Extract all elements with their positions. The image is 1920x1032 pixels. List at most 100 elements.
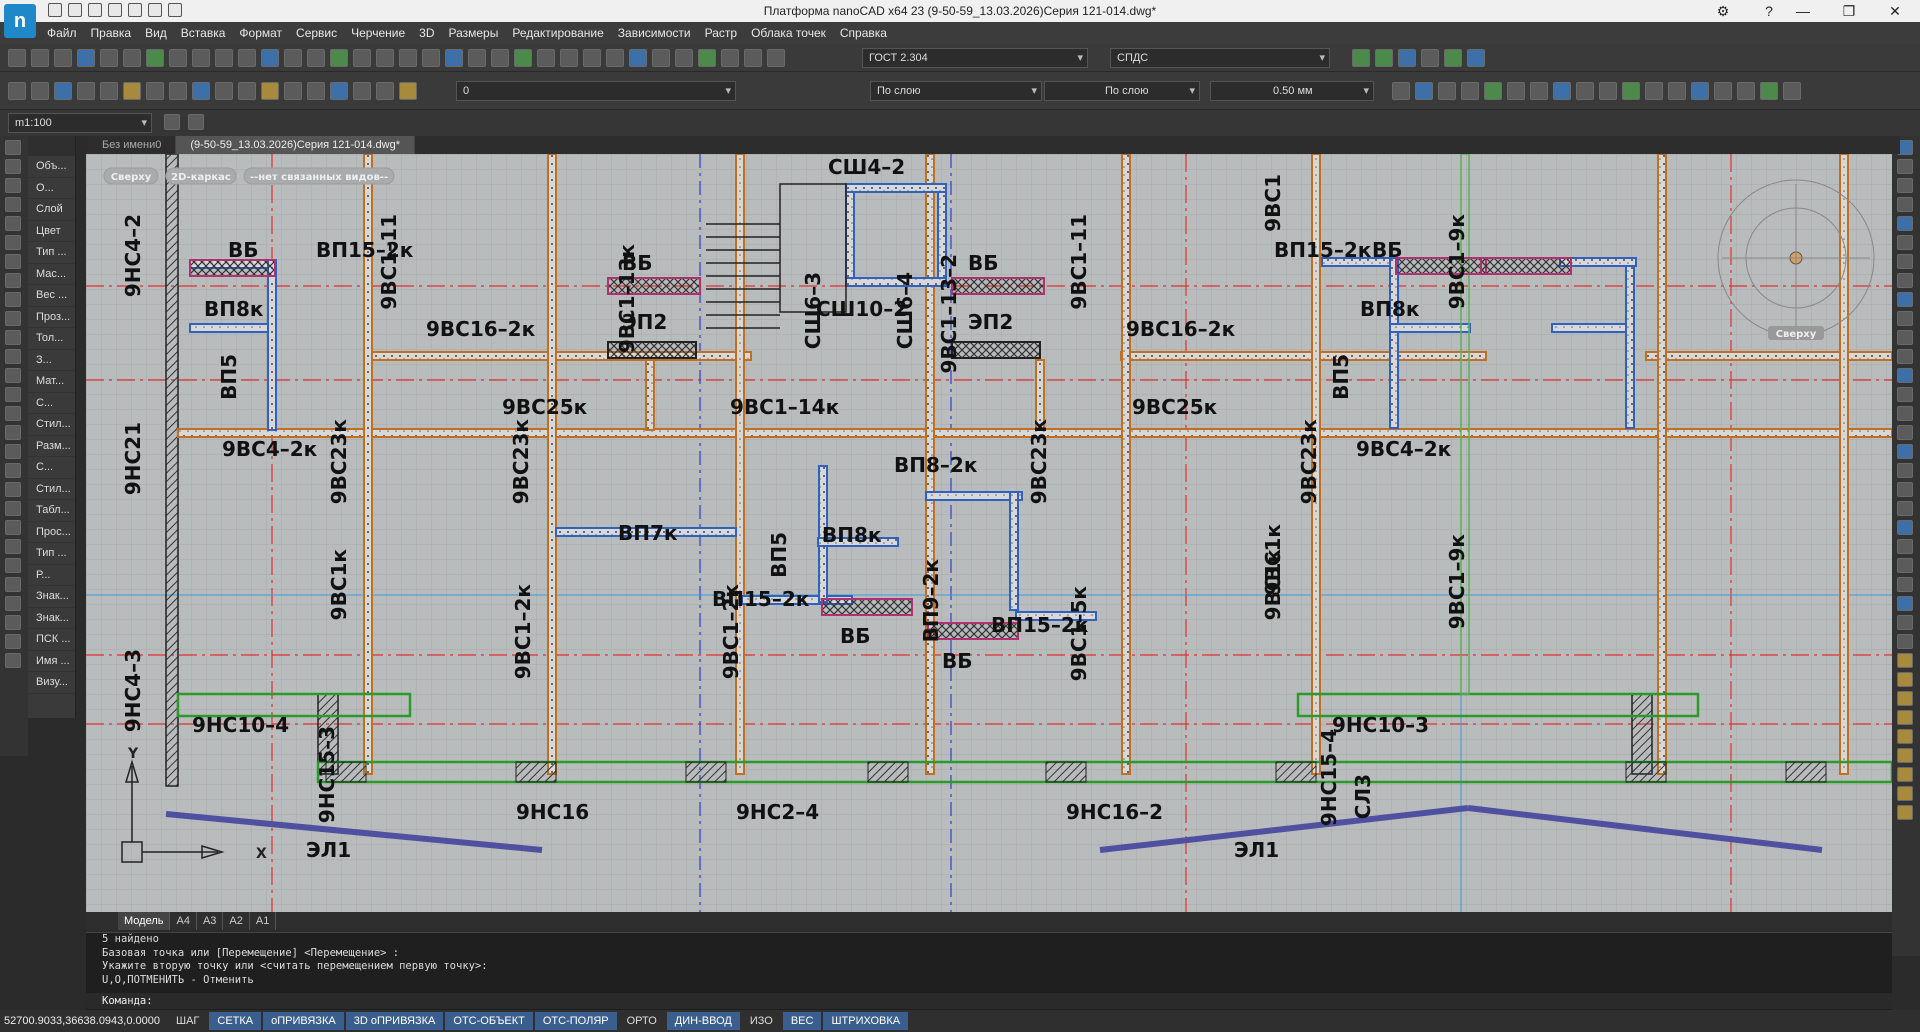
modify-6-icon[interactable] — [1530, 82, 1548, 100]
draw-tool-0-icon[interactable] — [5, 140, 21, 155]
draw-tool-21-icon[interactable] — [5, 539, 21, 554]
text-style-select[interactable]: ГОСТ 2.304 — [862, 48, 1088, 68]
maximize-button[interactable]: ❐ — [1826, 0, 1872, 22]
tool-8-icon[interactable] — [192, 49, 210, 67]
menu-item-8[interactable]: Размеры — [441, 22, 505, 44]
layout-tab[interactable]: A3 — [197, 912, 224, 930]
settings-icon[interactable]: ⚙ — [1700, 0, 1746, 22]
snap-2-icon[interactable] — [54, 82, 72, 100]
menu-item-4[interactable]: Формат — [232, 22, 289, 44]
layout-tab[interactable]: A1 — [250, 912, 277, 930]
menu-item-7[interactable]: 3D — [412, 22, 441, 44]
menu-item-6[interactable]: Черчение — [344, 22, 412, 44]
modify-12-icon[interactable] — [1668, 82, 1686, 100]
snap-9-icon[interactable] — [215, 82, 233, 100]
draw-tool-10-icon[interactable] — [5, 330, 21, 345]
property-row[interactable]: ПСК ... — [28, 629, 75, 651]
tool-9-icon[interactable] — [215, 49, 233, 67]
property-row[interactable]: Цвет — [28, 221, 75, 242]
property-row[interactable]: Стил... — [28, 479, 75, 500]
snap-4-icon[interactable] — [100, 82, 118, 100]
app-logo[interactable]: n — [4, 4, 36, 38]
property-row[interactable]: Слой — [28, 199, 75, 221]
draw-tool-17-icon[interactable] — [5, 463, 21, 478]
edit-tool-20-icon[interactable] — [1897, 520, 1913, 535]
property-row[interactable]: Тип ... — [28, 543, 75, 565]
property-row[interactable]: Тол... — [28, 328, 75, 350]
menu-item-10[interactable]: Зависимости — [611, 22, 698, 44]
linetype-select[interactable]: По слою — [1044, 81, 1200, 101]
draw-tool-14-icon[interactable] — [5, 406, 21, 421]
modify-14-icon[interactable] — [1714, 82, 1732, 100]
edit-tool-4-icon[interactable] — [1897, 216, 1913, 231]
modify-17-icon[interactable] — [1783, 82, 1801, 100]
edit-tool-33-icon[interactable] — [1897, 767, 1913, 782]
menu-item-11[interactable]: Растр — [698, 22, 744, 44]
property-row[interactable]: Разм... — [28, 436, 75, 457]
status-toggle[interactable]: ВЕС — [782, 1012, 822, 1030]
tool-15-icon[interactable] — [353, 49, 371, 67]
dim-style-select[interactable]: СПДС — [1110, 48, 1330, 68]
edit-tool-6-icon[interactable] — [1897, 254, 1913, 269]
status-toggle[interactable]: СЕТКА — [209, 1012, 262, 1030]
tool-11-icon[interactable] — [261, 49, 279, 67]
draw-tool-5-icon[interactable] — [5, 235, 21, 250]
tool-24-icon[interactable] — [560, 49, 578, 67]
tool-33-icon[interactable] — [767, 49, 785, 67]
status-toggle[interactable]: ШАГ — [168, 1012, 207, 1030]
tool-13-icon[interactable] — [307, 49, 325, 67]
viewport-scale-icon[interactable] — [188, 114, 204, 130]
draw-tool-1-icon[interactable] — [5, 159, 21, 174]
tool-7-icon[interactable] — [169, 49, 187, 67]
draw-tool-8-icon[interactable] — [5, 292, 21, 307]
edit-tool-21-icon[interactable] — [1897, 539, 1913, 554]
tool-12-icon[interactable] — [284, 49, 302, 67]
edit-tool-31-icon[interactable] — [1897, 729, 1913, 744]
edit-tool-27-icon[interactable] — [1897, 653, 1913, 668]
property-row[interactable]: З... — [28, 350, 75, 371]
status-toggle[interactable]: ДИН-ВВОД — [666, 1012, 740, 1030]
drawing-canvas[interactable]: ВБ ВП15–2к ВП8к 9ВС16–2к 9ВС25к 9ВС4–2к ВБ ЭП2 С… — [86, 154, 1892, 912]
edit-tool-9-icon[interactable] — [1897, 311, 1913, 326]
menu-item-3[interactable]: Вставка — [174, 22, 233, 44]
minimize-button[interactable]: — — [1780, 0, 1826, 22]
draw-tool-9-icon[interactable] — [5, 311, 21, 326]
menu-item-0[interactable]: Файл — [40, 22, 84, 44]
draw-tool-20-icon[interactable] — [5, 520, 21, 535]
tool-32-icon[interactable] — [744, 49, 762, 67]
tool-21-icon[interactable] — [491, 49, 509, 67]
layer-select[interactable]: 0 — [456, 81, 736, 101]
property-row[interactable]: Визу... — [28, 672, 75, 694]
tool-2-icon[interactable] — [54, 49, 72, 67]
edit-tool-17-icon[interactable] — [1897, 463, 1913, 478]
snap-15-icon[interactable] — [353, 82, 371, 100]
edit-tool-10-icon[interactable] — [1897, 330, 1913, 345]
edit-tool-7-icon[interactable] — [1897, 273, 1913, 288]
layout-tab[interactable]: Модель — [118, 912, 171, 930]
edit-tool-15-icon[interactable] — [1897, 425, 1913, 440]
modify-2-icon[interactable] — [1438, 82, 1456, 100]
modify-4-icon[interactable] — [1484, 82, 1502, 100]
tool-30-icon[interactable] — [698, 49, 716, 67]
tool-18-icon[interactable] — [422, 49, 440, 67]
edit-tool-11-icon[interactable] — [1897, 349, 1913, 364]
command-input[interactable]: Команда: — [86, 993, 1892, 1009]
tool-29-icon[interactable] — [675, 49, 693, 67]
edit-tool-22-icon[interactable] — [1897, 558, 1913, 573]
tool-1-icon[interactable] — [31, 49, 49, 67]
property-row[interactable]: С... — [28, 457, 75, 479]
edit-tool-25-icon[interactable] — [1897, 615, 1913, 630]
tool-b-2-icon[interactable] — [1398, 49, 1416, 67]
tool-4-icon[interactable] — [100, 49, 118, 67]
draw-tool-27-icon[interactable] — [5, 653, 21, 668]
draw-tool-26-icon[interactable] — [5, 634, 21, 649]
edit-tool-3-icon[interactable] — [1897, 197, 1913, 212]
status-toggle[interactable]: ОРТО — [619, 1012, 665, 1030]
modify-3-icon[interactable] — [1461, 82, 1479, 100]
edit-tool-8-icon[interactable] — [1897, 292, 1913, 307]
edit-tool-35-icon[interactable] — [1897, 805, 1913, 820]
modify-7-icon[interactable] — [1553, 82, 1571, 100]
status-toggle[interactable]: ШТРИХОВКА — [823, 1012, 909, 1030]
edit-tool-18-icon[interactable] — [1897, 482, 1913, 497]
snap-14-icon[interactable] — [330, 82, 348, 100]
